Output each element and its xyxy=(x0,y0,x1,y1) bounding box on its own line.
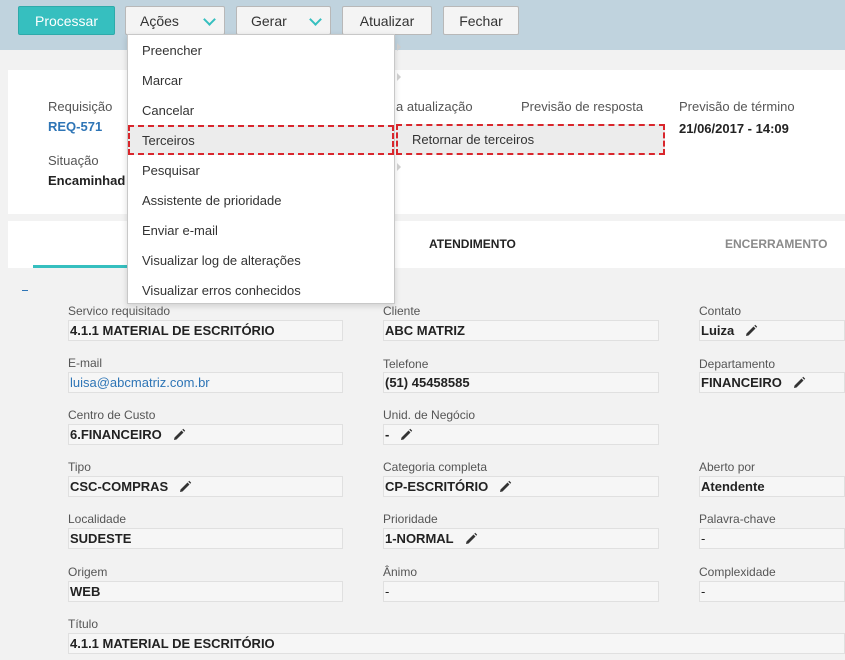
titulo-label: Título xyxy=(68,617,99,631)
origem-label: Origem xyxy=(68,565,108,579)
atualizar-button[interactable]: Atualizar xyxy=(342,6,432,35)
menu-item-visualizar-erros[interactable]: Visualizar erros conhecidos xyxy=(128,275,394,305)
tipo-value: CSC-COMPRAS xyxy=(70,479,169,494)
processar-button[interactable]: Processar xyxy=(18,6,115,35)
centro-custo-label: Centro de Custo xyxy=(68,408,156,422)
servico-label: Servico requisitado xyxy=(68,304,171,318)
acoes-dropdown-menu: Preencher Marcar Cancelar Terceiros Pesq… xyxy=(127,34,395,304)
submenu-arrow-icon xyxy=(397,43,401,51)
pencil-icon[interactable] xyxy=(744,324,758,338)
cliente-field: ABC MATRIZ xyxy=(383,320,659,341)
previsao-termino-label: Previsão de término xyxy=(679,99,795,114)
pencil-icon[interactable] xyxy=(178,480,192,494)
pencil-icon[interactable] xyxy=(792,376,806,390)
ultima-atualizacao-label: a atualização xyxy=(396,99,473,114)
email-link[interactable]: luisa@abcmatriz.com.br xyxy=(70,375,210,390)
prioridade-value: 1-NORMAL xyxy=(385,531,454,546)
animo-label: Ânimo xyxy=(383,565,418,579)
centro-custo-value: 6.FINANCEIRO xyxy=(70,427,162,442)
pencil-icon[interactable] xyxy=(464,532,478,546)
unid-negocio-field: - xyxy=(383,424,659,445)
contato-label: Contato xyxy=(699,304,742,318)
localidade-field: SUDESTE xyxy=(68,528,343,549)
telefone-field: (51) 45458585 xyxy=(383,372,659,393)
departamento-value: FINANCEIRO xyxy=(701,375,782,390)
requisicao-link[interactable]: REQ-571 xyxy=(48,119,102,134)
departamento-label: Departamento xyxy=(699,357,776,371)
prioridade-label: Prioridade xyxy=(383,512,438,526)
menu-item-preencher[interactable]: Preencher xyxy=(128,35,394,65)
gerar-dropdown-button[interactable]: Gerar xyxy=(236,6,331,35)
complexidade-value: - xyxy=(701,584,706,599)
previsao-resposta-label: Previsão de resposta xyxy=(521,99,644,114)
telefone-label: Telefone xyxy=(383,357,429,371)
menu-item-cancelar[interactable]: Cancelar xyxy=(128,95,394,125)
titulo-value: 4.1.1 MATERIAL DE ESCRITÓRIO xyxy=(70,636,275,651)
requisicao-label: Requisição xyxy=(48,99,113,114)
complexidade-field: - xyxy=(699,581,845,602)
situacao-label: Situação xyxy=(48,153,99,168)
fechar-button[interactable]: Fechar xyxy=(443,6,519,35)
servico-field: 4.1.1 MATERIAL DE ESCRITÓRIO xyxy=(68,320,343,341)
pencil-icon[interactable] xyxy=(172,428,186,442)
menu-item-pesquisar[interactable]: Pesquisar xyxy=(128,155,394,185)
origem-value: WEB xyxy=(70,584,101,599)
pencil-icon[interactable] xyxy=(498,480,512,494)
situacao-value: Encaminhad xyxy=(48,173,126,188)
submenu-arrow-icon xyxy=(397,73,401,81)
titulo-field: 4.1.1 MATERIAL DE ESCRITÓRIO xyxy=(68,633,845,654)
unid-negocio-value: - xyxy=(385,427,390,442)
prioridade-field: 1-NORMAL xyxy=(383,528,659,549)
palavra-chave-value: - xyxy=(701,531,706,546)
aberto-por-field: Atendente xyxy=(699,476,845,497)
telefone-value: (51) 45458585 xyxy=(385,375,470,390)
menu-item-terceiros[interactable]: Terceiros xyxy=(128,125,394,155)
tab-encerramento[interactable]: ENCERRAMENTO xyxy=(725,237,827,251)
contato-field: Luiza xyxy=(699,320,845,341)
gerar-label: Gerar xyxy=(251,12,287,29)
departamento-field: FINANCEIRO xyxy=(699,372,845,393)
menu-item-enviar-email[interactable]: Enviar e-mail xyxy=(128,215,394,245)
pencil-icon[interactable] xyxy=(399,428,413,442)
unid-negocio-label: Unid. de Negócio xyxy=(383,408,476,422)
animo-field: - xyxy=(383,581,659,602)
tipo-label: Tipo xyxy=(68,460,91,474)
previsao-termino-value: 21/06/2017 - 14:09 xyxy=(679,121,789,136)
localidade-label: Localidade xyxy=(68,512,127,526)
categoria-field: CP-ESCRITÓRIO xyxy=(383,476,659,497)
tipo-field: CSC-COMPRAS xyxy=(68,476,343,497)
palavra-chave-field: - xyxy=(699,528,845,549)
collapse-toggle[interactable] xyxy=(22,290,28,291)
origem-field: WEB xyxy=(68,581,343,602)
categoria-label: Categoria completa xyxy=(383,460,488,474)
submenu-item-retornar-terceiros[interactable]: Retornar de terceiros xyxy=(396,124,665,155)
complexidade-label: Complexidade xyxy=(699,565,776,579)
aberto-por-value: Atendente xyxy=(701,479,765,494)
cliente-value: ABC MATRIZ xyxy=(385,323,465,338)
contato-value: Luiza xyxy=(701,323,735,338)
menu-item-marcar[interactable]: Marcar xyxy=(128,65,394,95)
centro-custo-field: 6.FINANCEIRO xyxy=(68,424,343,445)
acoes-dropdown-button[interactable]: Ações xyxy=(125,6,225,35)
cliente-label: Cliente xyxy=(383,304,421,318)
categoria-value: CP-ESCRITÓRIO xyxy=(385,479,489,494)
email-field[interactable]: luisa@abcmatriz.com.br xyxy=(68,372,343,393)
email-label: E-mail xyxy=(68,356,103,370)
animo-value: - xyxy=(385,584,390,599)
chevron-down-icon xyxy=(309,13,322,26)
menu-item-assistente-prioridade[interactable]: Assistente de prioridade xyxy=(128,185,394,215)
submenu-arrow-icon xyxy=(397,163,401,171)
aberto-por-label: Aberto por xyxy=(699,460,756,474)
servico-value: 4.1.1 MATERIAL DE ESCRITÓRIO xyxy=(70,323,275,338)
localidade-value: SUDESTE xyxy=(70,531,132,546)
menu-item-visualizar-log[interactable]: Visualizar log de alterações xyxy=(128,245,394,275)
acoes-label: Ações xyxy=(140,12,179,29)
chevron-down-icon xyxy=(203,13,216,26)
tab-atendimento[interactable]: ATENDIMENTO xyxy=(429,237,516,251)
palavra-chave-label: Palavra-chave xyxy=(699,512,776,526)
